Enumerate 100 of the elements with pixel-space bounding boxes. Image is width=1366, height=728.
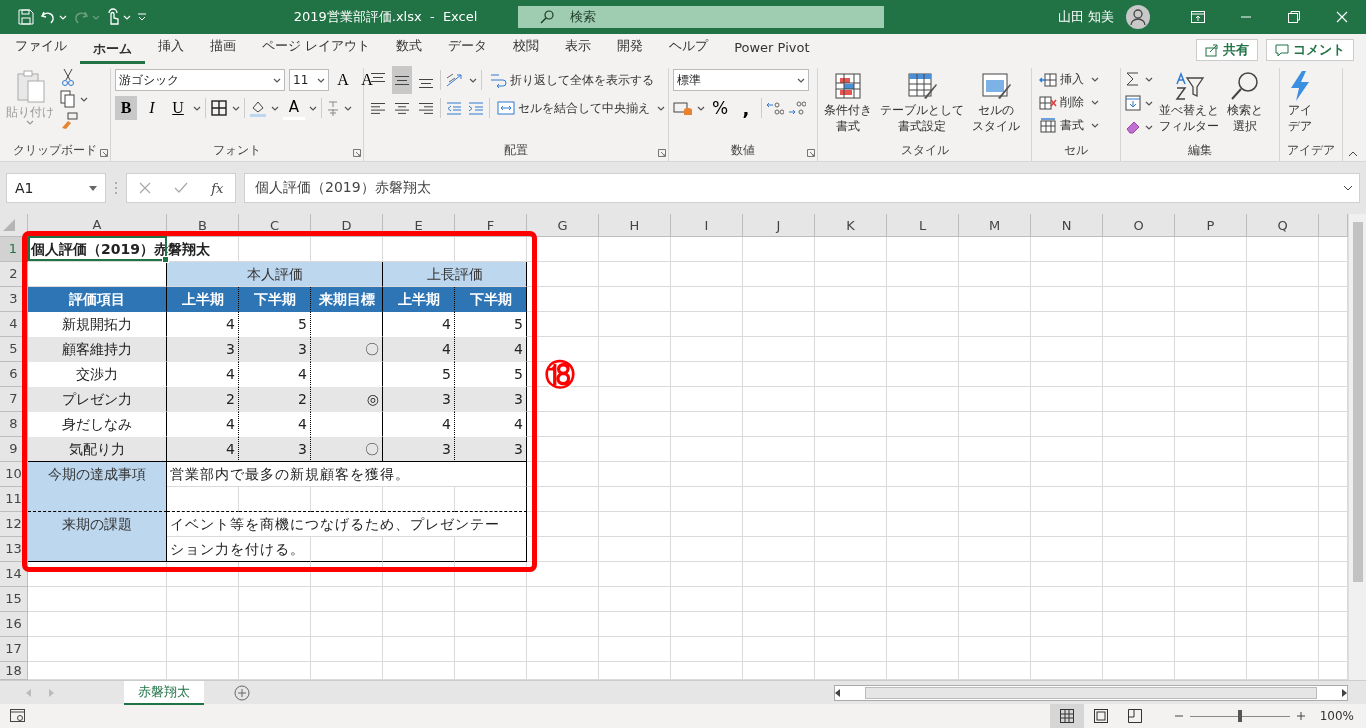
table-cell: 3 [383, 387, 455, 412]
row-number[interactable]: 17 [0, 637, 28, 662]
ribbon-tab[interactable]: 表示 [552, 37, 605, 64]
ribbon-tab[interactable]: 開発 [604, 37, 657, 64]
ribbon-tab[interactable]: データ [435, 37, 501, 64]
merge-center-button[interactable]: セルを結合して中央揃え [494, 96, 668, 120]
scroll-left-icon[interactable] [835, 688, 841, 697]
touch-mode-icon[interactable] [106, 8, 120, 26]
decrease-decimal-icon[interactable] [788, 100, 806, 116]
ribbon-tab[interactable]: 数式 [383, 37, 436, 64]
scroll-right-icon[interactable] [1341, 688, 1347, 697]
table-cell: イベント等を商機につなげるため、プレゼンテー [167, 512, 527, 537]
italic-button[interactable]: I [141, 96, 163, 120]
column-letter[interactable]: G [527, 214, 599, 237]
macro-record-icon[interactable] [10, 709, 26, 723]
horizontal-scrollbar[interactable] [834, 684, 1348, 701]
insert-cells-button[interactable]: 挿入 [1036, 68, 1102, 91]
row-number[interactable]: 18 [0, 662, 28, 680]
number-format-select[interactable]: 標準 [673, 69, 809, 91]
sheet-tab[interactable]: 赤磐翔太 [124, 680, 204, 705]
restore-icon[interactable] [1288, 11, 1300, 23]
borders-icon[interactable] [210, 99, 228, 117]
column-letter[interactable]: O [1103, 214, 1175, 237]
table-style-button[interactable]: テーブルとして 書式設定 [878, 68, 966, 141]
column-letter[interactable]: K [815, 214, 887, 237]
delete-cells-button[interactable]: 削除 [1036, 91, 1102, 114]
currency-icon[interactable] [673, 100, 693, 116]
zoom-slider-thumb[interactable] [1237, 710, 1242, 722]
dialog-launcher-icon[interactable] [658, 149, 666, 157]
fill-color-icon[interactable] [249, 99, 267, 117]
column-letter[interactable]: H [599, 214, 671, 237]
ribbon-tab[interactable]: ヘルプ [656, 37, 722, 64]
row-number[interactable]: 16 [0, 612, 28, 637]
increase-decimal-icon[interactable] [766, 100, 784, 116]
ribbon-tab[interactable]: 描画 [197, 37, 249, 64]
ideas-button[interactable]: アイ デア [1284, 68, 1316, 141]
percent-button[interactable]: % [709, 96, 731, 120]
grow-font-button[interactable]: A [333, 68, 353, 92]
expand-icon[interactable] [1343, 185, 1353, 191]
ribbon-tab[interactable]: ファイル [2, 37, 80, 64]
column-letter[interactable]: L [887, 214, 959, 237]
ribbon-tab[interactable]: 校閲 [500, 37, 553, 64]
search-field[interactable]: 検索 [518, 6, 884, 28]
view-button[interactable] [1049, 704, 1084, 728]
ribbon-display-icon[interactable] [1191, 11, 1205, 23]
dialog-launcher-icon[interactable] [353, 149, 361, 157]
user-name: 山田 知美 [1057, 8, 1114, 26]
ribbon-tab[interactable]: Power Pivot [721, 40, 823, 64]
column-letter[interactable]: I [671, 214, 743, 237]
autosum-icon[interactable] [1125, 71, 1141, 87]
zoom-in-icon[interactable] [1295, 711, 1306, 721]
step-number: ⑱ [545, 358, 575, 392]
font-name-select[interactable]: 游ゴシック [115, 69, 285, 91]
collapse-ribbon-icon[interactable] [1348, 151, 1358, 157]
fill-down-icon[interactable] [1125, 95, 1141, 111]
caret-icon [656, 105, 665, 111]
row-number[interactable]: 15 [0, 587, 28, 612]
format-painter-icon[interactable] [60, 112, 78, 130]
table-cell: 3 [455, 437, 527, 462]
comma-button[interactable]: , [735, 96, 757, 120]
formula-field[interactable]: 個人評価（2019）赤磐翔太 [244, 173, 1360, 203]
cut-icon[interactable] [60, 68, 76, 86]
customize-toolbar-icon[interactable] [137, 12, 147, 22]
eraser-icon[interactable] [1125, 119, 1141, 135]
dialog-launcher-icon[interactable] [100, 149, 108, 157]
wrap-text-button[interactable]: 折り返して全体を表示する [486, 68, 657, 92]
copy-icon[interactable] [60, 90, 76, 108]
column-letter[interactable]: N [1031, 214, 1103, 237]
bold-button[interactable]: B [115, 96, 137, 120]
conditional-style-button[interactable]: 条件付き 書式 [822, 68, 874, 141]
name-box[interactable]: A1 [6, 173, 106, 203]
clipboard-icon [14, 70, 46, 104]
format-cells-button[interactable]: 書式 [1036, 114, 1102, 137]
avatar-icon[interactable] [1126, 5, 1150, 29]
cell-style-button[interactable]: セルの スタイル [970, 68, 1022, 141]
column-letter[interactable]: P [1175, 214, 1247, 237]
column-letter[interactable]: Q [1247, 214, 1319, 237]
row-number[interactable]: 14 [0, 562, 28, 587]
close-icon[interactable] [1336, 11, 1348, 23]
font-size-select[interactable]: 11 [289, 69, 329, 91]
ribbon-tab[interactable]: ページ レイアウト [249, 37, 384, 64]
ribbon-tab[interactable]: 挿入 [145, 37, 197, 64]
comment-button[interactable]: コメント [1266, 39, 1354, 61]
share-button[interactable]: 共有 [1196, 39, 1258, 61]
save-icon[interactable] [18, 9, 34, 25]
add-sheet-icon[interactable] [234, 684, 250, 701]
dialog-launcher-icon[interactable] [807, 149, 815, 157]
column-letter[interactable]: J [743, 214, 815, 237]
find-button[interactable]: 検索と 選択 [1225, 68, 1265, 141]
insert-function-button[interactable]: fx [211, 180, 224, 196]
underline-button[interactable]: U [167, 96, 189, 120]
align-middle-button[interactable] [392, 66, 412, 94]
column-letter[interactable]: M [959, 214, 1031, 237]
orientation-icon[interactable] [445, 72, 465, 88]
shrink-font-button[interactable]: A [357, 68, 377, 92]
sort-button[interactable]: 並べ替えと フィルター [1157, 68, 1221, 141]
font-color-button[interactable]: A [283, 96, 305, 120]
undo-icon[interactable] [40, 9, 56, 25]
caret-icon [26, 120, 34, 125]
vertical-scrollbar[interactable] [1348, 214, 1366, 680]
